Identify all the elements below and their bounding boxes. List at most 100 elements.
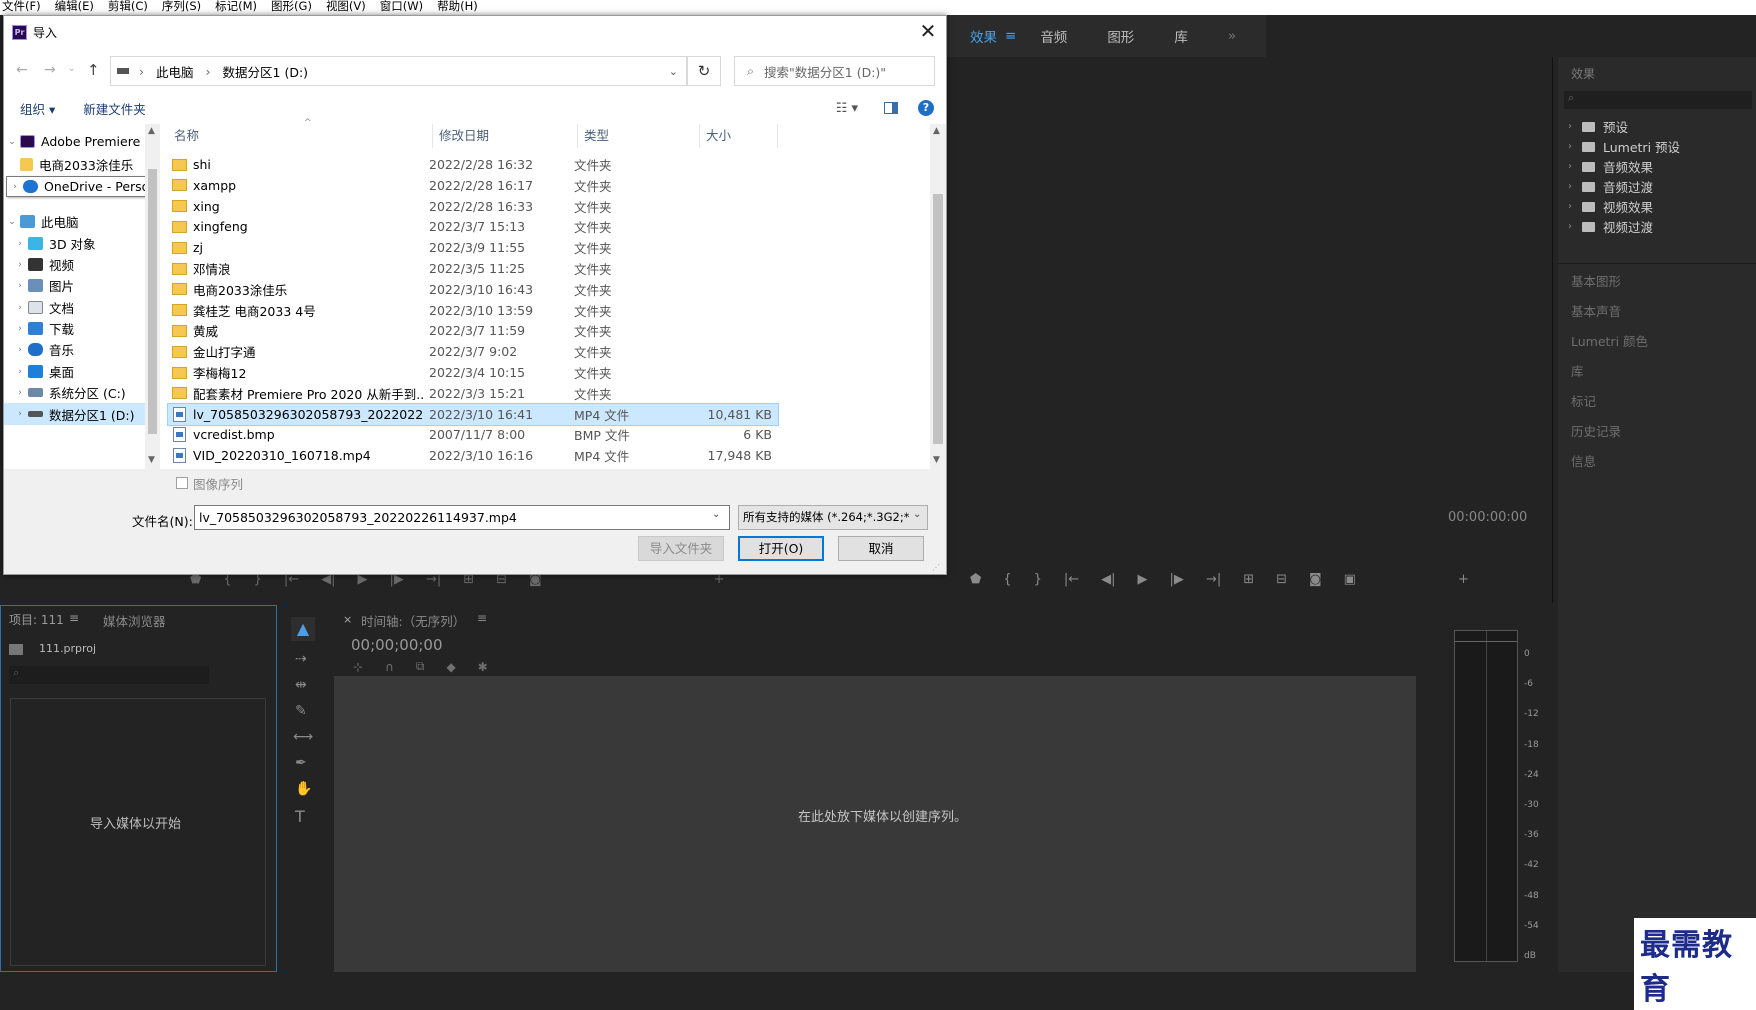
tree-item-videos[interactable]: › 视频 (12, 255, 74, 274)
help-icon[interactable]: ? (918, 100, 934, 116)
timeline-timecode[interactable]: 00;00;00;00 (351, 636, 443, 654)
organize-button[interactable]: 组织 ▾ (20, 99, 55, 118)
up-icon[interactable]: ↑ (87, 61, 100, 79)
filter-dropdown-icon[interactable]: ⌄ (913, 509, 922, 520)
scroll-up-icon[interactable]: ▲ (148, 126, 155, 136)
filename-input[interactable]: lv_7058503296302058793_20220226114937.mp… (194, 505, 730, 530)
add-marker-icon[interactable]: ◆ (446, 660, 455, 674)
refresh-icon[interactable]: ↻ (687, 56, 721, 86)
scroll-down-icon[interactable]: ▼ (148, 455, 155, 465)
open-button[interactable]: 打开(O) (738, 536, 824, 561)
tree-item-desktop[interactable]: › 桌面 (12, 362, 74, 381)
snap-icon[interactable]: ∩ (385, 660, 394, 674)
nav-scroll-thumb[interactable] (148, 169, 157, 434)
panel-essential-graphics[interactable]: 基本图形 (1571, 271, 1621, 290)
file-row[interactable]: 邓情浪 2022/3/5 11:25 文件夹 (168, 258, 778, 279)
effects-item-presets[interactable]: › 预设 (1568, 117, 1628, 136)
tab-media-browser[interactable]: 媒体浏览器 (103, 611, 166, 630)
file-type-filter[interactable]: 所有支持的媒体 (*.264;*.3G2;* (738, 505, 928, 530)
go-to-out-icon[interactable]: →| (1206, 572, 1221, 587)
file-row[interactable]: vcredist.bmp 2007/11/7 8:00 BMP 文件 6 KB (168, 424, 778, 445)
hamburger-icon[interactable]: ≡ (1005, 28, 1016, 44)
tree-item-adobe-premiere[interactable]: ⌄ Adobe Premiere (4, 134, 140, 149)
file-scroll-thumb[interactable] (933, 194, 943, 444)
step-back-icon[interactable]: ◀| (1101, 572, 1115, 587)
tab-graphics[interactable]: 图形 (1107, 26, 1134, 46)
slip-tool-icon[interactable]: ⟷ (293, 729, 313, 745)
menu-markers[interactable]: 标记(M) (215, 0, 257, 15)
project-menu-icon[interactable]: ≡ (69, 611, 79, 625)
menu-help[interactable]: 帮助(H) (437, 0, 478, 15)
more-tabs-icon[interactable]: » (1228, 28, 1236, 44)
project-search-input[interactable]: ⌕ (9, 666, 209, 684)
effects-item-video-transitions[interactable]: › 视频过渡 (1568, 217, 1653, 236)
play-icon[interactable]: ▶ (1138, 572, 1148, 587)
forward-icon[interactable]: → (44, 62, 56, 78)
wrench-icon[interactable]: ✱ (478, 660, 488, 674)
marker-icon[interactable]: ⬟ (970, 572, 981, 587)
menu-edit[interactable]: 编辑(E) (55, 0, 94, 15)
panel-info[interactable]: 信息 (1571, 451, 1596, 470)
scroll-down-icon[interactable]: ▼ (933, 455, 940, 465)
file-row[interactable]: xingfeng 2022/3/7 15:13 文件夹 (168, 216, 778, 237)
import-folder-button[interactable]: 导入文件夹 (638, 536, 724, 561)
effects-item-audio-effects[interactable]: › 音频效果 (1568, 157, 1653, 176)
file-row[interactable]: 配套素材 Premiere Pro 2020 从新手到... 2022/3/3 1… (168, 383, 778, 404)
nest-icon[interactable]: ⊹ (353, 660, 363, 674)
column-size[interactable]: 大小 (700, 124, 778, 148)
file-scrollbar[interactable]: ▲ ▼ (930, 124, 946, 469)
file-row[interactable]: 电商2033涂佳乐 2022/3/10 16:43 文件夹 (168, 279, 778, 300)
file-row[interactable]: xampp 2022/2/28 16:17 文件夹 (168, 175, 778, 196)
view-options-icon[interactable]: ☷ ▾ (836, 101, 858, 116)
timeline-menu-icon[interactable]: ≡ (477, 611, 487, 625)
extract-icon[interactable]: ⊟ (1276, 572, 1287, 587)
add-button-icon[interactable]: + (1458, 572, 1469, 587)
out-point-icon[interactable]: } (1034, 572, 1042, 587)
compare-icon[interactable]: ▣ (1344, 572, 1356, 587)
go-to-in-icon[interactable]: |← (1064, 572, 1079, 587)
tab-library[interactable]: 库 (1174, 26, 1188, 46)
ripple-edit-tool-icon[interactable]: ⇹ (295, 677, 307, 693)
file-row[interactable]: shi 2022/2/28 16:32 文件夹 (168, 154, 778, 175)
step-forward-icon[interactable]: |▶ (1170, 572, 1184, 587)
panel-history[interactable]: 历史记录 (1571, 421, 1621, 440)
close-icon[interactable]: ✕ (916, 20, 940, 44)
file-row[interactable]: xing 2022/2/28 16:33 文件夹 (168, 196, 778, 217)
column-date[interactable]: 修改日期 (433, 124, 578, 148)
tree-item-drive-d[interactable]: › 数据分区1 (D:) (4, 403, 146, 425)
scroll-up-icon[interactable]: ▲ (933, 126, 940, 136)
tab-project[interactable]: 项目: 111 (9, 611, 64, 628)
panel-libraries[interactable]: 库 (1571, 361, 1584, 380)
effects-search[interactable]: ⌕ (1564, 91, 1752, 109)
new-folder-button[interactable]: 新建文件夹 (83, 99, 146, 118)
linked-icon[interactable]: ⧉ (416, 659, 425, 674)
dialog-titlebar[interactable]: Pr 导入 (4, 16, 946, 49)
timeline-close-icon[interactable]: × (343, 613, 352, 626)
tree-item-documents[interactable]: › 文档 (12, 298, 74, 317)
resize-grip-icon[interactable]: ⋰ (932, 563, 940, 572)
pen-tool-icon[interactable]: ✒ (295, 755, 307, 771)
tree-item-folder[interactable]: 电商2033涂佳乐 (20, 155, 133, 174)
cancel-button[interactable]: 取消 (838, 536, 924, 561)
selection-tool-icon[interactable]: ▲ (291, 617, 315, 641)
razor-tool-icon[interactable]: ✎ (295, 703, 307, 719)
file-row[interactable]: zj 2022/3/9 11:55 文件夹 (168, 237, 778, 258)
effects-item-video-effects[interactable]: › 视频效果 (1568, 197, 1653, 216)
type-tool-icon[interactable]: T (295, 807, 305, 826)
menu-graphics[interactable]: 图形(G) (271, 0, 312, 15)
hand-tool-icon[interactable]: ✋ (295, 781, 312, 797)
menu-view[interactable]: 视图(V) (326, 0, 366, 15)
panel-markers[interactable]: 标记 (1571, 391, 1596, 410)
breadcrumb-this-pc[interactable]: 此电脑 (156, 62, 194, 81)
menu-clip[interactable]: 剪辑(C) (108, 0, 148, 15)
tree-item-3d-objects[interactable]: › 3D 对象 (12, 234, 96, 253)
file-row[interactable]: 龚桂芝 电商2033 4号 2022/3/10 13:59 文件夹 (168, 300, 778, 321)
search-box[interactable]: ⌕ 搜索"数据分区1 (D:)" (734, 56, 935, 86)
tree-item-pictures[interactable]: › 图片 (12, 276, 74, 295)
tree-item-music[interactable]: › 音乐 (12, 340, 74, 359)
panel-lumetri-color[interactable]: Lumetri 颜色 (1571, 331, 1648, 350)
filename-dropdown-icon[interactable]: ⌄ (712, 509, 720, 520)
address-bar[interactable]: › 此电脑 › 数据分区1 (D:) ⌄ (110, 56, 687, 86)
file-row[interactable]: 李梅梅12 2022/3/4 10:15 文件夹 (168, 362, 778, 383)
in-point-icon[interactable]: { (1003, 572, 1011, 587)
